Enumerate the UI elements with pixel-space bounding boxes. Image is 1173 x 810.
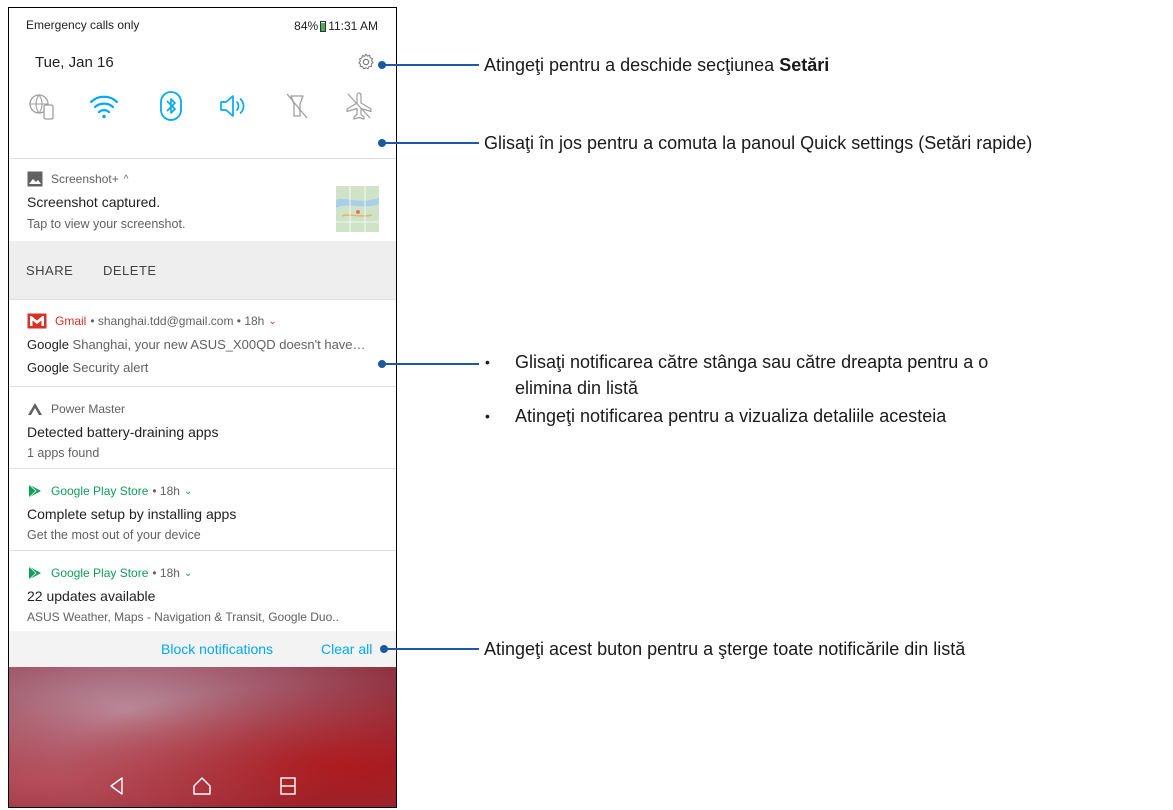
status-right: 84% 11:31 AM bbox=[294, 19, 378, 33]
callout-settings: Atingeţi pentru a deschide secţiunea Set… bbox=[484, 55, 829, 76]
carrier-text: Emergency calls only bbox=[26, 18, 140, 32]
home-icon[interactable] bbox=[191, 775, 213, 797]
email-sender: Google bbox=[27, 337, 69, 352]
callout-bold-text: Setări bbox=[779, 55, 830, 75]
notification-text: Tap to view your screenshot. bbox=[27, 217, 186, 231]
bullet-text: Glisaţi notificarea către stânga sau căt… bbox=[515, 352, 989, 372]
notification-text: ASUS Weather, Maps - Navigation & Transi… bbox=[27, 610, 339, 624]
back-icon[interactable] bbox=[106, 775, 128, 797]
notification-title: Complete setup by installing apps bbox=[27, 506, 237, 522]
power-master-icon bbox=[28, 403, 42, 415]
clock: 11:31 AM bbox=[328, 19, 378, 33]
notification-meta: • shanghai.tdd@gmail.com • 18h bbox=[90, 314, 265, 328]
notification-title: Detected battery-draining apps bbox=[27, 424, 219, 440]
app-name: Google Play Store bbox=[51, 484, 149, 498]
share-button[interactable]: SHARE bbox=[26, 263, 73, 278]
screenshot-thumbnail[interactable] bbox=[336, 186, 379, 232]
callout-swipe-down: Glisaţi în jos pentru a comuta la panoul… bbox=[484, 133, 1033, 153]
notification-power-master[interactable]: Power Master Detected battery-draining a… bbox=[9, 387, 396, 469]
email-line: Google Security alert bbox=[27, 360, 148, 375]
quick-settings-panel[interactable]: Tue, Jan 16 bbox=[9, 38, 396, 158]
notification-title: 22 updates available bbox=[27, 588, 156, 604]
chevron-up-icon[interactable]: ^ bbox=[124, 174, 129, 185]
notification-meta: • 18h bbox=[152, 484, 180, 498]
bullet-text: elimina din listă bbox=[515, 378, 639, 398]
phone-screen: Emergency calls only 84% 11:31 AM Tue, J… bbox=[8, 7, 397, 808]
gear-icon[interactable] bbox=[356, 52, 376, 72]
airplane-mode-icon[interactable] bbox=[343, 90, 375, 122]
date-text: Tue, Jan 16 bbox=[35, 54, 114, 71]
delete-button[interactable]: DELETE bbox=[103, 263, 157, 278]
notification-title: Screenshot captured. bbox=[27, 194, 161, 210]
callout-line bbox=[385, 142, 479, 144]
gmail-icon bbox=[27, 313, 47, 329]
email-sender: Google bbox=[27, 360, 69, 375]
notification-actions: SHARE DELETE bbox=[9, 241, 396, 299]
callout-notification-gestures: Glisaţi notificarea către stânga sau căt… bbox=[480, 349, 988, 429]
sound-icon[interactable] bbox=[217, 90, 249, 122]
email-subject: Security alert bbox=[72, 360, 149, 375]
notification-header: Power Master bbox=[27, 401, 125, 417]
clear-all-button[interactable]: Clear all bbox=[321, 641, 372, 657]
callout-clear-all: Atingeţi acest buton pentru a şterge toa… bbox=[484, 639, 966, 659]
play-store-icon bbox=[28, 566, 41, 580]
app-name: Screenshot+ bbox=[51, 172, 119, 186]
wifi-icon[interactable] bbox=[88, 90, 120, 122]
mobile-data-icon[interactable] bbox=[26, 90, 58, 122]
notification-play-store[interactable]: Google Play Store • 18h ⌄ Complete setup… bbox=[9, 469, 396, 551]
image-icon bbox=[27, 171, 43, 187]
notification-gmail[interactable]: Gmail • shanghai.tdd@gmail.com • 18h ⌄ G… bbox=[9, 300, 396, 386]
notification-footer: Block notifications Clear all bbox=[9, 631, 396, 667]
battery-icon bbox=[320, 20, 327, 32]
chevron-down-icon[interactable]: ⌄ bbox=[184, 568, 192, 579]
notification-text: 1 apps found bbox=[27, 446, 100, 460]
email-subject: Shanghai, your new ASUS_X00QD doesn't ha… bbox=[72, 337, 366, 352]
block-notifications-button[interactable]: Block notifications bbox=[161, 641, 273, 657]
battery-percent: 84% bbox=[294, 19, 319, 33]
notification-header: Google Play Store • 18h ⌄ bbox=[27, 565, 192, 581]
callout-line bbox=[387, 648, 479, 650]
bullet-item: Atingeţi notificarea pentru a vizualiza … bbox=[480, 403, 988, 429]
notification-header: Gmail • shanghai.tdd@gmail.com • 18h ⌄ bbox=[27, 313, 277, 329]
play-store-icon bbox=[28, 484, 41, 498]
notification-meta: • 18h bbox=[152, 566, 180, 580]
notification-header: Screenshot+ ^ bbox=[27, 171, 128, 187]
bullet-text: Atingeţi notificarea pentru a vizualiza … bbox=[515, 406, 947, 426]
notification-play-store[interactable]: Google Play Store • 18h ⌄ 22 updates ava… bbox=[9, 551, 396, 631]
app-name: Google Play Store bbox=[51, 566, 149, 580]
chevron-down-icon[interactable]: ⌄ bbox=[268, 316, 276, 327]
recent-apps-icon[interactable] bbox=[277, 775, 299, 797]
bullet-item: Glisaţi notificarea către stânga sau căt… bbox=[480, 349, 988, 401]
callout-text: Atingeţi pentru a deschide secţiunea bbox=[484, 55, 780, 75]
quick-settings-tiles bbox=[9, 90, 396, 124]
callout-line bbox=[385, 64, 479, 66]
notification-text: Get the most out of your device bbox=[27, 528, 201, 542]
bluetooth-icon[interactable] bbox=[155, 90, 187, 122]
callout-line bbox=[385, 363, 479, 365]
app-name: Gmail bbox=[55, 314, 87, 328]
status-bar: Emergency calls only 84% 11:31 AM bbox=[9, 8, 396, 38]
email-line: Google Shanghai, your new ASUS_X00QD doe… bbox=[27, 337, 366, 352]
app-name: Power Master bbox=[51, 402, 126, 416]
flashlight-off-icon[interactable] bbox=[281, 90, 313, 122]
notification-header: Google Play Store • 18h ⌄ bbox=[27, 483, 192, 499]
navigation-bar bbox=[9, 768, 396, 807]
chevron-down-icon[interactable]: ⌄ bbox=[184, 486, 192, 497]
